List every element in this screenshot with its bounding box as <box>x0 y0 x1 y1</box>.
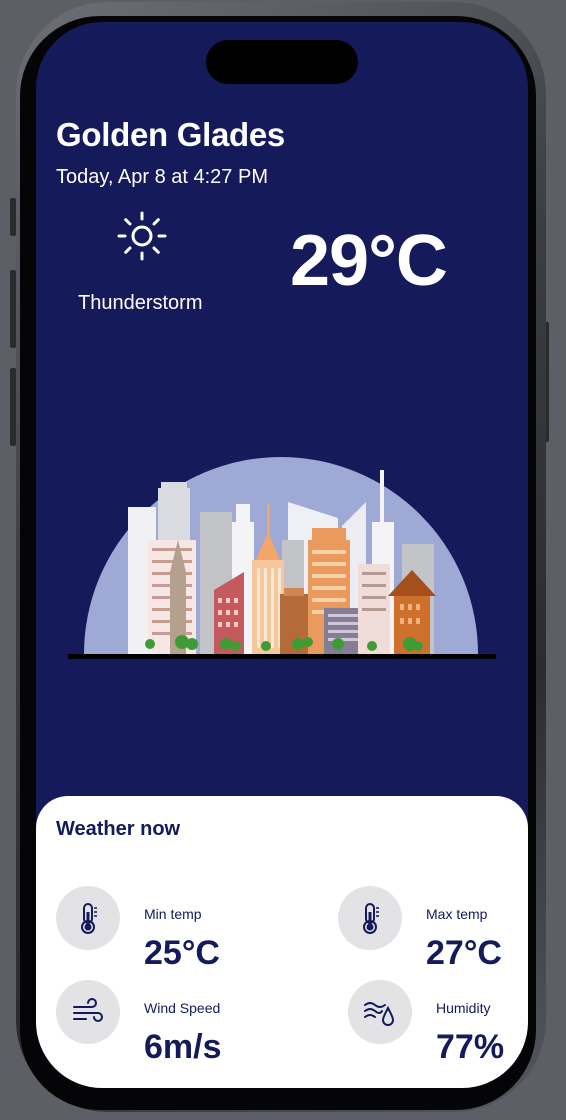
dynamic-island <box>206 40 358 84</box>
humidity-icon <box>364 1002 395 1026</box>
weather-condition: Thunderstorm <box>78 292 203 314</box>
app-screen: Golden Glades Today, Apr 8 at 4:27 PM Th… <box>36 22 528 1088</box>
humidity-icon-circle <box>348 980 412 1044</box>
max-temp-icon-circle <box>338 886 402 950</box>
min-temp-label: Min temp <box>144 906 202 922</box>
city-skyline-illustration <box>68 457 496 659</box>
humidity-value: 77% <box>436 1028 505 1066</box>
wind-speed-label: Wind Speed <box>144 1000 221 1016</box>
min-temp-value: 25°C <box>144 934 220 972</box>
sun-icon <box>117 211 167 261</box>
weather-now-title: Weather now <box>56 818 181 840</box>
wind-icon <box>73 998 103 1022</box>
humidity-label: Humidity <box>436 1000 491 1016</box>
thermometer-icon <box>363 903 379 934</box>
wind-icon-circle <box>56 980 120 1044</box>
weather-now-panel: Weather now Min temp 25°C Max temp 27°C … <box>36 796 528 1088</box>
thermometer-icon <box>81 903 97 934</box>
current-temperature: 29°C <box>290 221 448 301</box>
min-temp-icon-circle <box>56 886 120 950</box>
date-time: Today, Apr 8 at 4:27 PM <box>56 166 268 188</box>
max-temp-label: Max temp <box>426 906 488 922</box>
wind-speed-value: 6m/s <box>144 1028 222 1066</box>
city-name: Golden Glades <box>56 116 285 153</box>
max-temp-value: 27°C <box>426 934 502 972</box>
